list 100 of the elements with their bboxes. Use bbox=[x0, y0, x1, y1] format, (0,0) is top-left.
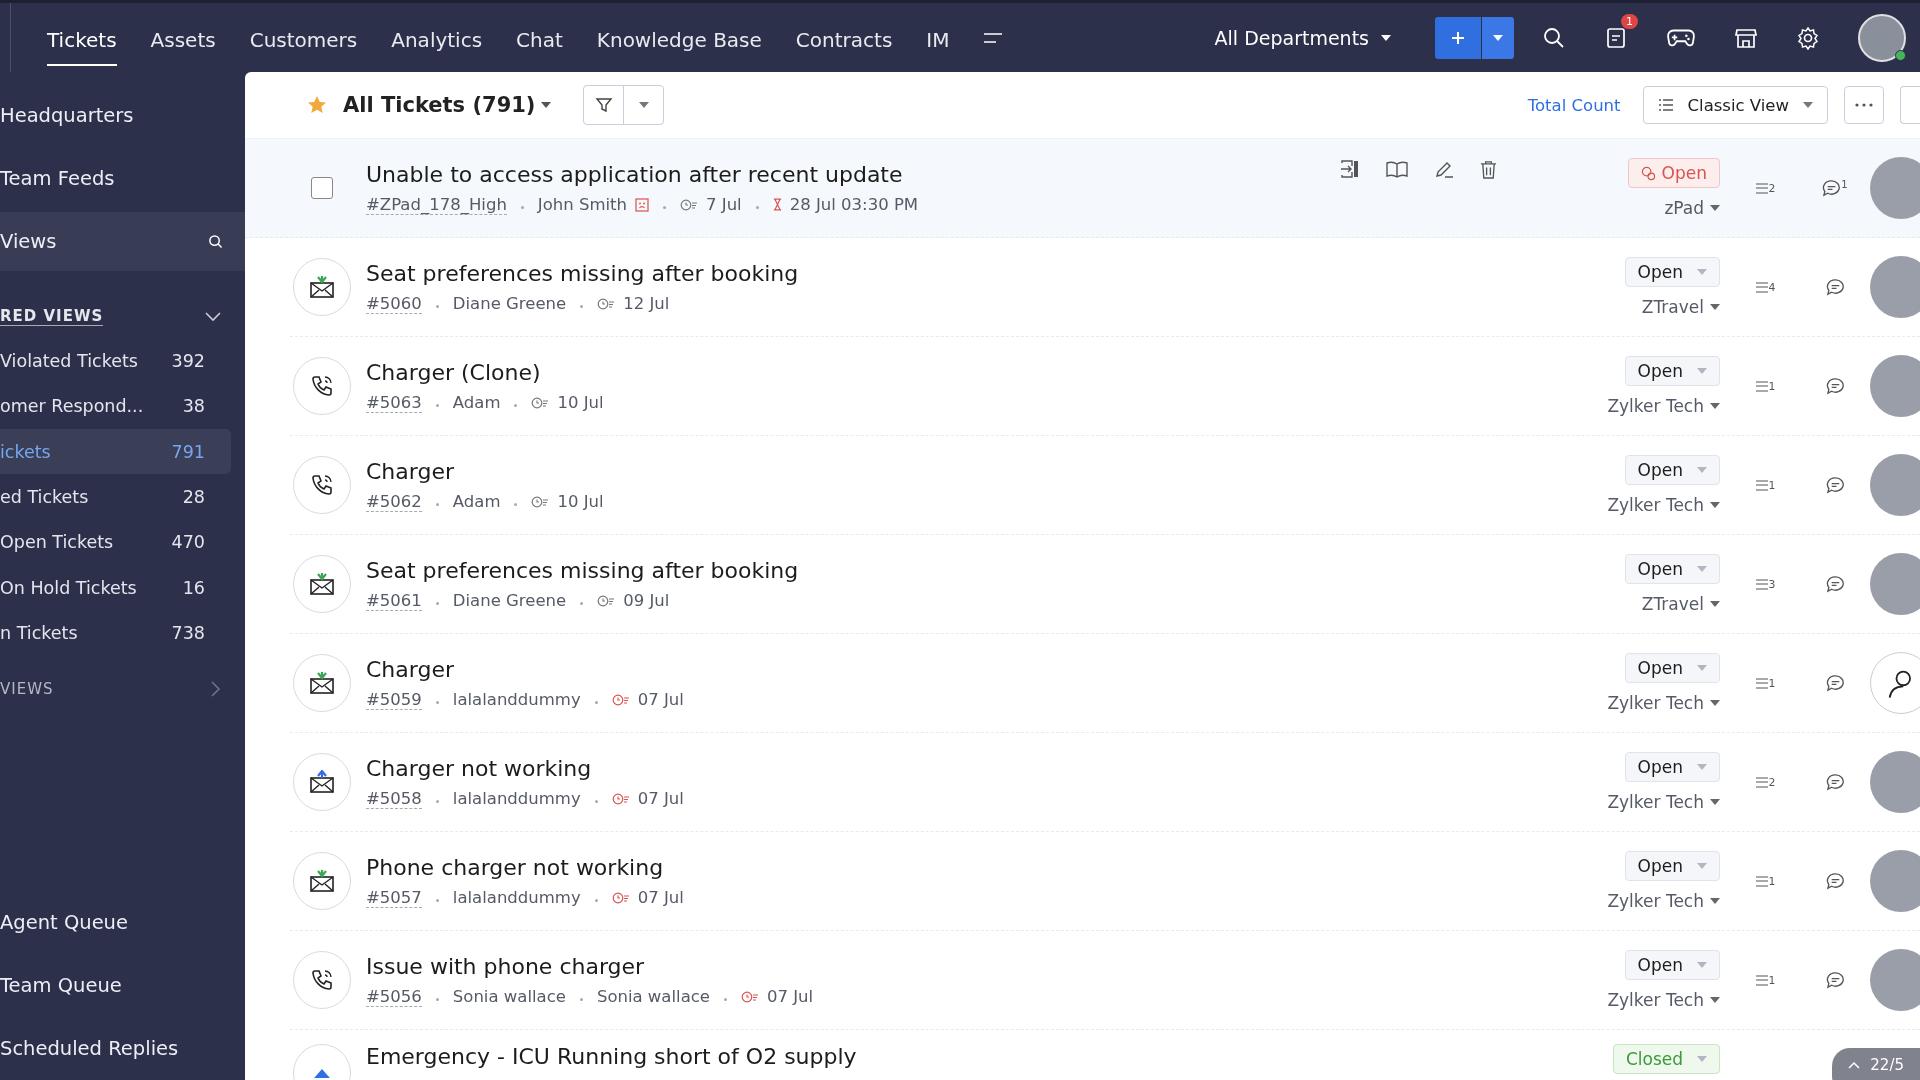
sidebar-item[interactable]: Scheduled Replies bbox=[0, 1016, 245, 1080]
account-dropdown[interactable]: Zylker Tech bbox=[1607, 990, 1720, 1010]
view-item[interactable]: On Hold Tickets 16 bbox=[0, 564, 231, 611]
ticket-id[interactable]: #5060 bbox=[366, 293, 422, 314]
contact-name[interactable]: lalalanddummy bbox=[452, 888, 581, 907]
ticket-subject[interactable]: Charger not working bbox=[366, 755, 1340, 781]
settings-icon[interactable] bbox=[1796, 25, 1820, 50]
section-heading[interactable]: RED VIEWS bbox=[0, 307, 104, 327]
comment-icon[interactable] bbox=[1825, 970, 1845, 990]
add-dropdown-button[interactable] bbox=[1482, 16, 1514, 59]
unassigned-avatar[interactable] bbox=[1870, 652, 1920, 714]
view-item[interactable]: ickets 791 bbox=[0, 429, 231, 475]
view-title[interactable]: All Tickets (791) bbox=[343, 93, 536, 117]
agent-avatar[interactable] bbox=[1870, 850, 1920, 912]
ticket-subject[interactable]: Seat preferences missing after booking bbox=[366, 557, 1340, 583]
views-search-bar[interactable]: Views bbox=[0, 212, 245, 272]
comment-icon[interactable] bbox=[1825, 277, 1845, 297]
status-dropdown[interactable]: Open bbox=[1624, 554, 1720, 584]
ticket-subject[interactable]: Charger (Clone) bbox=[366, 359, 1340, 385]
nav-tab[interactable]: IM bbox=[926, 9, 950, 66]
checkbox[interactable] bbox=[311, 177, 333, 199]
agent-avatar[interactable] bbox=[1870, 454, 1920, 516]
sidebar-item[interactable]: Agent Queue bbox=[0, 890, 245, 954]
ticket-subject[interactable]: Phone charger not working bbox=[366, 854, 1340, 880]
comment-icon[interactable] bbox=[1825, 475, 1845, 495]
thread-count[interactable]: 1 bbox=[1754, 676, 1776, 690]
comment-icon[interactable] bbox=[1822, 178, 1842, 198]
contact-name[interactable]: Sonia wallace bbox=[452, 987, 566, 1006]
ticket-id[interactable]: #5057 bbox=[366, 887, 422, 908]
nav-tab[interactable]: Customers bbox=[249, 9, 358, 66]
contact-name[interactable]: Adam bbox=[452, 492, 501, 511]
nav-tab[interactable]: Tickets bbox=[47, 9, 117, 66]
contact-name[interactable]: Sonia wallace bbox=[596, 987, 710, 1006]
status-dropdown[interactable]: Open bbox=[1624, 257, 1720, 287]
status-dropdown[interactable]: Open bbox=[1624, 950, 1720, 980]
ticket-id[interactable]: #5061 bbox=[366, 590, 422, 611]
book-icon[interactable] bbox=[1386, 160, 1408, 178]
thread-count[interactable]: 4 bbox=[1754, 280, 1776, 294]
comment-icon[interactable] bbox=[1825, 871, 1845, 891]
search-icon[interactable] bbox=[208, 234, 223, 250]
account-dropdown[interactable]: Zylker Tech bbox=[1607, 495, 1720, 515]
department-dropdown[interactable]: All Departments bbox=[1208, 25, 1397, 50]
contact-name[interactable]: Diane Greene bbox=[452, 591, 567, 610]
agent-avatar[interactable] bbox=[1870, 553, 1920, 615]
comment-icon[interactable] bbox=[1825, 574, 1845, 594]
account-dropdown[interactable]: ZTravel bbox=[1641, 594, 1720, 614]
status-dropdown[interactable]: Open bbox=[1627, 158, 1720, 188]
ticket-subject[interactable]: Seat preferences missing after booking bbox=[366, 260, 1340, 286]
thread-count[interactable]: 2 bbox=[1754, 181, 1776, 195]
contact-name[interactable]: Diane Greene bbox=[452, 294, 567, 313]
thread-count[interactable]: 1 bbox=[1754, 379, 1776, 393]
add-button[interactable] bbox=[1435, 16, 1481, 59]
ticket-subject[interactable]: Unable to access application after recent update bbox=[366, 161, 1340, 187]
contact-name[interactable]: lalalanddummy bbox=[452, 789, 581, 808]
filter-button[interactable] bbox=[583, 85, 665, 125]
nav-tab[interactable]: Assets bbox=[150, 9, 216, 66]
sidebar-item[interactable]: Team Feeds bbox=[0, 147, 245, 211]
comment-icon[interactable] bbox=[1825, 772, 1845, 792]
nav-tab[interactable]: Analytics bbox=[391, 9, 483, 66]
account-dropdown[interactable]: Zylker Tech bbox=[1607, 891, 1720, 911]
ticket-id[interactable]: #ZPad_178_High bbox=[366, 194, 507, 215]
agent-avatar[interactable] bbox=[1870, 256, 1920, 318]
status-dropdown[interactable]: Open bbox=[1624, 851, 1720, 881]
account-dropdown[interactable]: Zylker Tech bbox=[1607, 396, 1720, 416]
contact-name[interactable]: Adam bbox=[452, 393, 501, 412]
thread-count[interactable]: 1 bbox=[1754, 973, 1776, 987]
account-dropdown[interactable]: ZTravel bbox=[1641, 297, 1720, 317]
agent-avatar[interactable] bbox=[1870, 751, 1920, 813]
section-heading[interactable]: VIEWS bbox=[0, 680, 54, 699]
notes-icon[interactable] bbox=[1604, 25, 1628, 50]
thread-count[interactable]: 1 bbox=[1754, 874, 1776, 888]
view-item[interactable]: n Tickets 738 bbox=[0, 610, 231, 656]
chevron-right-icon[interactable] bbox=[211, 681, 221, 698]
ticket-subject[interactable]: Emergency - ICU Running short of O2 supply bbox=[366, 1044, 1340, 1069]
view-item[interactable]: Violated Tickets 392 bbox=[0, 338, 231, 384]
agent-avatar[interactable] bbox=[1870, 355, 1920, 417]
ticket-id[interactable]: #5063 bbox=[366, 392, 422, 413]
account-dropdown[interactable]: Zylker Tech bbox=[1607, 693, 1720, 713]
pagination-badge[interactable]: 22/5 bbox=[1832, 1048, 1920, 1080]
sidebar-item[interactable]: Team Queue bbox=[0, 953, 245, 1017]
status-dropdown[interactable]: Open bbox=[1624, 653, 1720, 683]
view-item[interactable]: Open Tickets 470 bbox=[0, 519, 231, 565]
view-item[interactable]: ed Tickets 28 bbox=[0, 474, 231, 520]
user-avatar[interactable] bbox=[1858, 13, 1906, 62]
contact-name[interactable]: lalalanddummy bbox=[452, 690, 581, 709]
ticket-id[interactable]: #5062 bbox=[366, 491, 422, 512]
thread-count[interactable]: 2 bbox=[1754, 775, 1776, 789]
total-count-link[interactable]: Total Count bbox=[1527, 95, 1621, 115]
nav-tab[interactable]: Contracts bbox=[795, 9, 893, 66]
view-item[interactable]: omer Respond... 38 bbox=[0, 383, 231, 430]
menu-icon[interactable] bbox=[983, 31, 1004, 44]
account-dropdown[interactable]: zPad bbox=[1664, 198, 1720, 218]
ticket-subject[interactable]: Charger bbox=[366, 656, 1340, 682]
account-dropdown[interactable]: Zylker Tech bbox=[1607, 792, 1720, 812]
delete-icon[interactable] bbox=[1480, 159, 1497, 179]
ticket-id[interactable]: #5058 bbox=[366, 788, 422, 809]
nav-tab[interactable]: Knowledge Base bbox=[596, 9, 762, 66]
search-icon[interactable] bbox=[1542, 25, 1566, 50]
comment-icon[interactable] bbox=[1825, 376, 1845, 396]
status-dropdown[interactable]: Open bbox=[1624, 356, 1720, 386]
